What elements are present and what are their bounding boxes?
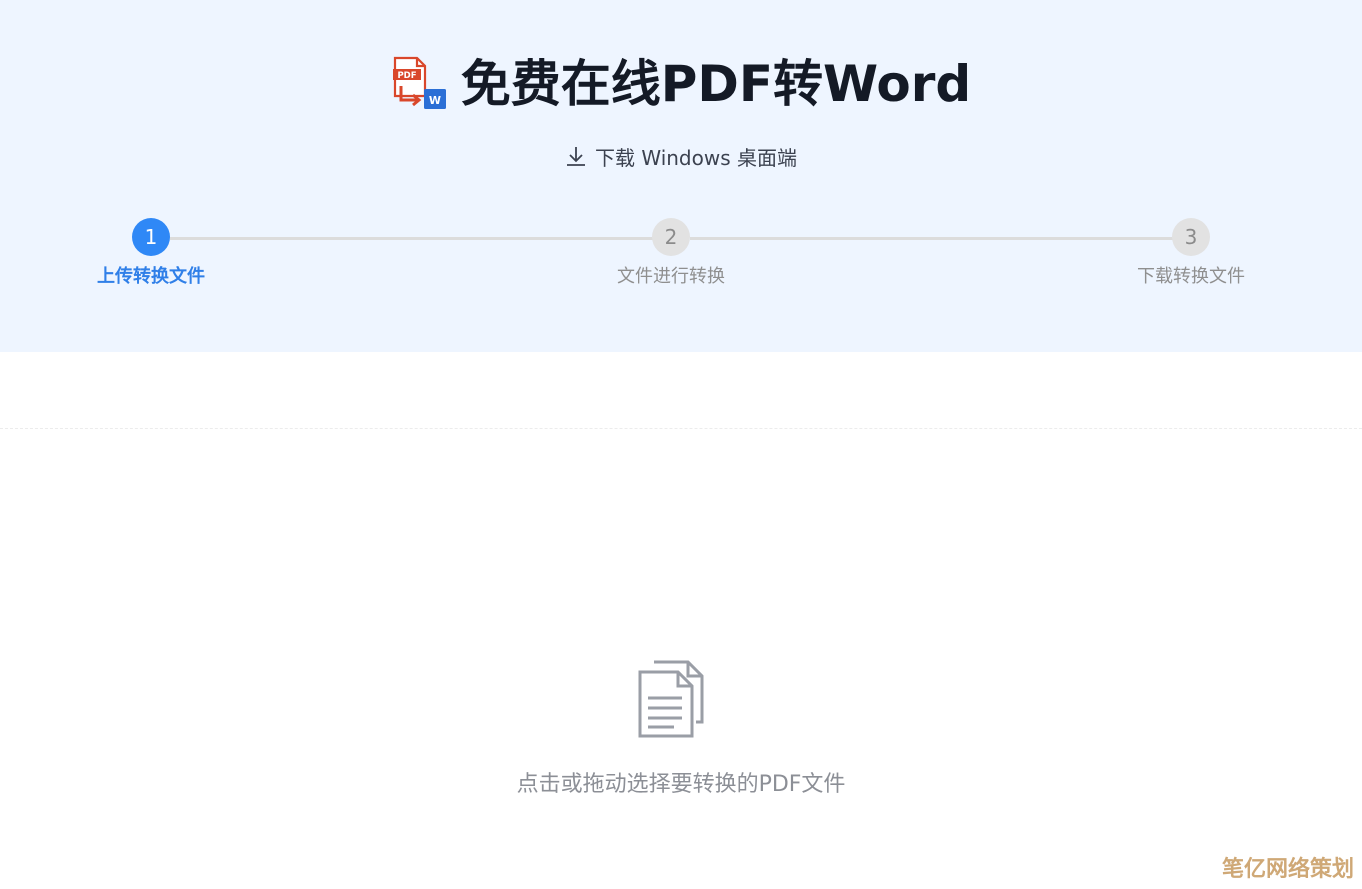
steps-progress: 1 上传转换文件 2 文件进行转换 3 下载转换文件 xyxy=(0,218,1362,298)
logo-pdf-text: PDF xyxy=(397,71,416,81)
pdf-to-word-icon: PDF W xyxy=(392,56,446,109)
upload-dropzone[interactable]: 点击或拖动选择要转换的PDF文件 xyxy=(0,640,1362,820)
upload-prompt: 点击或拖动选择要转换的PDF文件 xyxy=(516,772,846,797)
hero-section: PDF W 免费在线PDF转Word 下载 Windows 桌面端 1 上传转换… xyxy=(0,0,1362,352)
download-icon xyxy=(567,147,585,166)
step-2: 2 文件进行转换 xyxy=(591,218,751,289)
title-row: PDF W 免费在线PDF转Word xyxy=(0,48,1362,120)
section-divider xyxy=(0,428,1362,429)
step-2-number: 2 xyxy=(652,218,690,256)
download-desktop-link[interactable]: 下载 Windows 桌面端 xyxy=(0,140,1362,172)
documents-icon xyxy=(638,660,704,738)
page-title: 免费在线PDF转Word xyxy=(460,55,972,113)
step-3-number: 3 xyxy=(1172,218,1210,256)
step-3-label: 下载转换文件 xyxy=(1137,266,1245,287)
step-connector-2 xyxy=(690,237,1174,240)
logo-word-text: W xyxy=(429,94,441,107)
download-desktop-label: 下载 Windows 桌面端 xyxy=(595,145,797,170)
step-2-label: 文件进行转换 xyxy=(617,266,725,287)
step-connector-1 xyxy=(170,237,654,240)
step-3: 3 下载转换文件 xyxy=(1111,218,1271,289)
step-1-number: 1 xyxy=(132,218,170,256)
step-1-label: 上传转换文件 xyxy=(97,266,205,287)
watermark-text: 笔亿网络策划 xyxy=(1221,857,1354,882)
step-1: 1 上传转换文件 xyxy=(71,218,231,289)
